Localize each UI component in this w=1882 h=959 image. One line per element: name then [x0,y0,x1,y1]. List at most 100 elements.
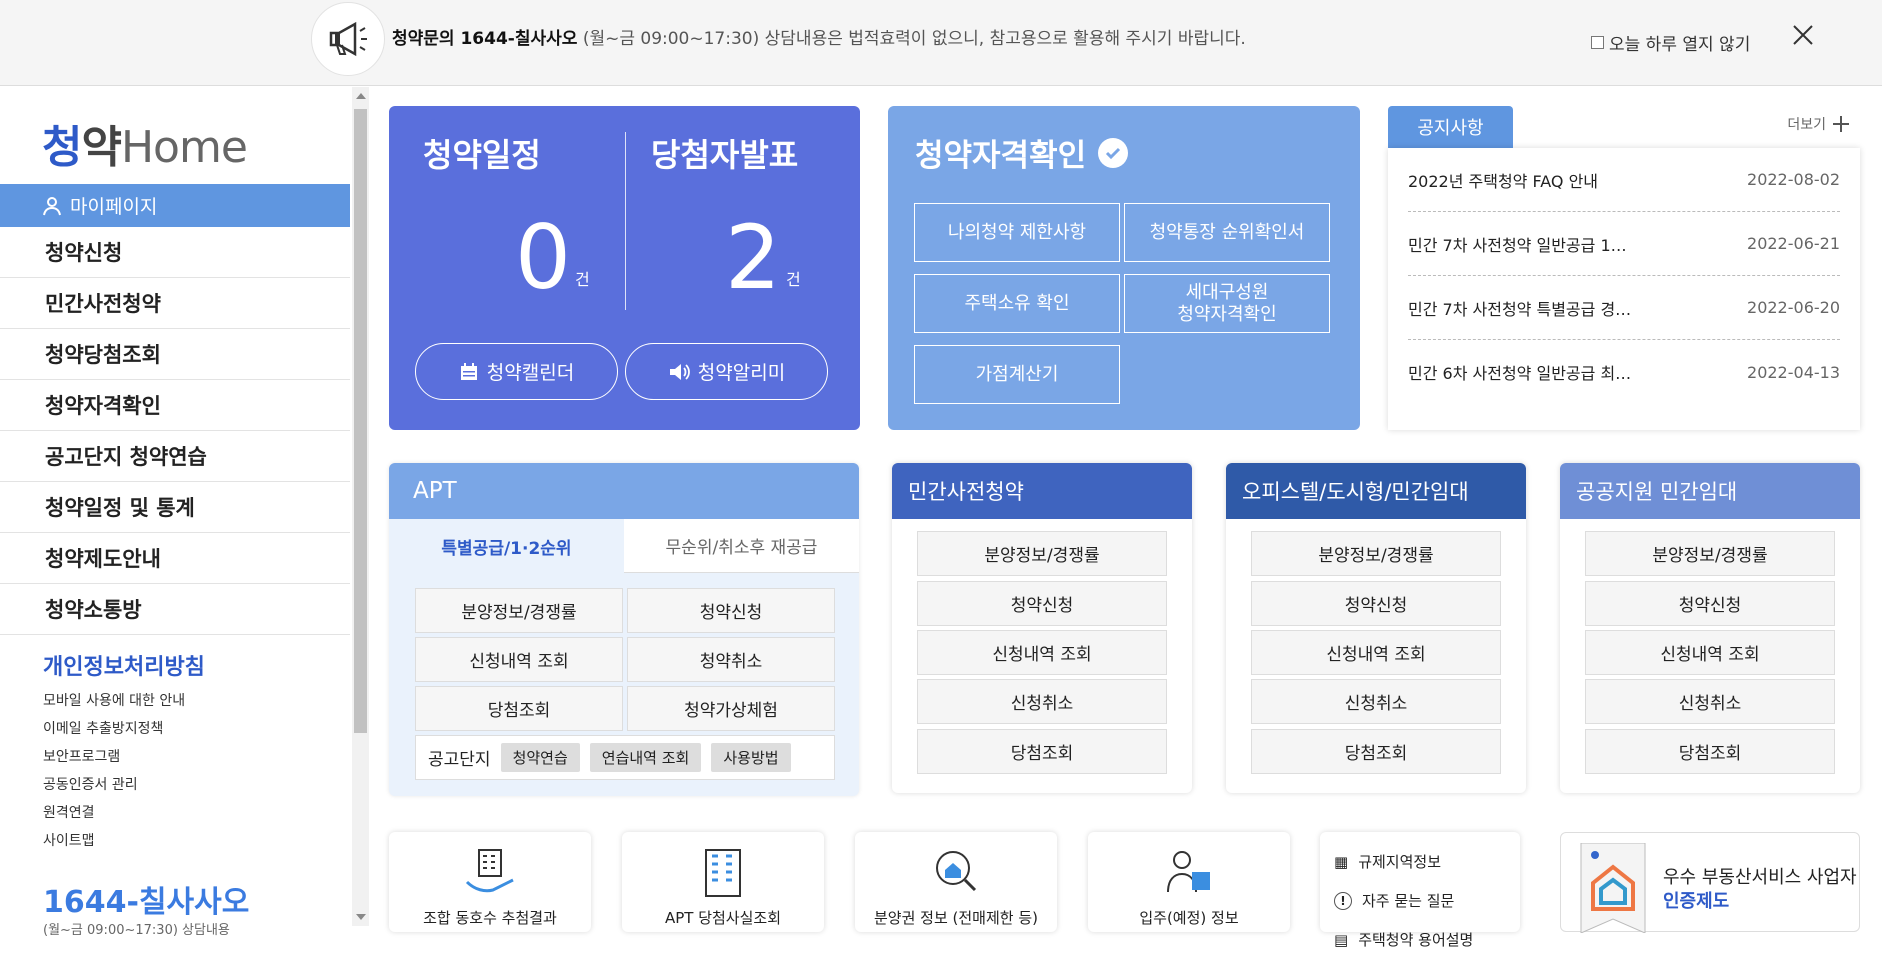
scroll-down-arrow[interactable] [356,914,366,920]
dismiss-today-checkbox[interactable]: 오늘 하루 열지 않기 [1591,30,1750,55]
quick-lottery-result[interactable]: 조합 동호수 추첨결과 [389,832,591,932]
sidebar-item-qualify[interactable]: 청약자격확인 [0,380,350,431]
book-icon: ▤ [1334,930,1349,949]
qualify-card: 청약자격확인 나의청약 제한사항 청약통장 순위확인서 주택소유 확인 세대구성… [888,106,1360,430]
sidebar-item-winner-check[interactable]: 청약당첨조회 [0,329,350,380]
notice-row[interactable]: 2022년 주택청약 FAQ 안내 2022-08-02 [1408,148,1840,212]
score-calculator-button[interactable]: 가점계산기 [914,345,1120,404]
how-to-button[interactable]: 사용방법 [711,743,791,772]
notice-title[interactable]: 민간 7차 사전청약 일반공급 1… [1408,232,1627,256]
apt-history-button[interactable]: 신청내역 조회 [415,637,623,682]
sidebar-item-schedule-stats[interactable]: 청약일정 및 통계 [0,482,350,533]
sidebar-item-guide[interactable]: 청약제도안내 [0,533,350,584]
panel-cancel-button[interactable]: 신청취소 [917,679,1167,724]
privacy-policy-link[interactable]: 개인정보처리방침 [43,649,205,681]
apt-sale-info-button[interactable]: 분양정보/경쟁률 [415,588,623,633]
panel-apply-button[interactable]: 청약신청 [1251,581,1501,626]
panel-sale-info-button[interactable]: 분양정보/경쟁률 [1585,531,1835,576]
link-sitemap[interactable]: 사이트맵 [43,827,185,855]
sidebar-scrollbar[interactable] [352,87,369,926]
mypage-button[interactable]: 마이페이지 [0,184,350,227]
apt-simulation-button[interactable]: 청약가상체험 [627,686,835,731]
panel-cancel-button[interactable]: 신청취소 [1585,679,1835,724]
alarm-button[interactable]: 청약알리미 [625,343,828,400]
link-mobile-guide[interactable]: 모바일 사용에 대한 안내 [43,687,185,715]
sidebar-item-apply[interactable]: 청약신청 [0,227,350,278]
quick-apt-win-check[interactable]: APT 당첨사실조회 [622,832,824,932]
winner-announce-title[interactable]: 당첨자발표 [651,130,798,176]
panel-apply-button[interactable]: 청약신청 [917,581,1167,626]
quicklist-label: 주택청약 용어설명 [1358,931,1474,949]
consult-disclaimer: (월~금 09:00~17:30) 상담내용은 법적효력이 없으니, 참고용으로… [577,29,1246,49]
scroll-thumb[interactable] [354,109,367,733]
panel-history-button[interactable]: 신청내역 조회 [1585,630,1835,675]
notice-title[interactable]: 민간 7차 사전청약 특별공급 경… [1408,296,1631,320]
tab-special-supply[interactable]: 특별공급/1·2순위 [389,519,624,573]
quick-label: 분양권 정보 (전매제한 등) [873,909,1038,927]
notice-tab[interactable]: 공지사항 [1388,106,1513,148]
notice-row[interactable]: 민간 7차 사전청약 특별공급 경… 2022-06-20 [1408,276,1840,340]
tab-no-rank-resupply[interactable]: 무순위/취소후 재공급 [624,519,859,573]
panel-cancel-button[interactable]: 신청취소 [1251,679,1501,724]
quick-label: APT 당첨사실조회 [664,909,782,927]
site-logo[interactable]: 청약Home [42,111,248,175]
notice-row[interactable]: 민간 6차 사전청약 일반공급 최… 2022-04-13 [1408,340,1840,404]
panel-title: 오피스텔/도시형/민간임대 [1226,463,1526,519]
winner-count[interactable]: 2 [725,214,781,302]
close-icon[interactable] [1790,22,1816,48]
qualify-title[interactable]: 청약자격확인 [915,130,1086,175]
faq-link[interactable]: ! 자주 묻는 질문 [1334,881,1506,920]
notice-board: 공지사항 더보기 2022년 주택청약 FAQ 안내 2022-08-02 민간 … [1388,106,1860,430]
restriction-button[interactable]: 나의청약 제한사항 [914,203,1120,262]
schedule-count[interactable]: 0 [515,214,571,302]
certification-banner[interactable]: 우수 부동산서비스 사업자 인증제도 [1560,832,1860,933]
scroll-up-arrow[interactable] [356,93,366,99]
apt-apply-button[interactable]: 청약신청 [627,588,835,633]
consult-notice: 청약문의 1644-칠사사오 (월~금 09:00~17:30) 상담내용은 법… [392,24,1246,49]
link-remote[interactable]: 원격연결 [43,799,185,827]
panel-history-button[interactable]: 신청내역 조회 [917,630,1167,675]
mypage-label: 마이페이지 [70,196,158,218]
house-ownership-button[interactable]: 주택소유 확인 [914,274,1120,333]
account-rank-button[interactable]: 청약통장 순위확인서 [1124,203,1330,262]
household-qualify-button[interactable]: 세대구성원 청약자격확인 [1124,274,1330,333]
panel-apply-button[interactable]: 청약신청 [1585,581,1835,626]
panel-winner-button[interactable]: 당첨조회 [917,729,1167,774]
sidebar-item-private-pre[interactable]: 민간사전청약 [0,278,350,329]
panel-winner-button[interactable]: 당첨조회 [1585,729,1835,774]
public-rental-panel: 공공지원 민간임대 분양정보/경쟁률 청약신청 신청내역 조회 신청취소 당첨조… [1560,463,1860,793]
schedule-card: 청약일정 당첨자발표 0 건 2 건 청약캘린더 청약알리미 [389,106,860,430]
speaker-icon [669,363,690,380]
practice-history-button[interactable]: 연습내역 조회 [589,743,702,772]
schedule-title[interactable]: 청약일정 [423,130,541,176]
link-security[interactable]: 보안프로그램 [43,743,185,771]
panel-sale-info-button[interactable]: 분양정보/경쟁률 [1251,531,1501,576]
apt-winner-button[interactable]: 당첨조회 [415,686,623,731]
sidebar-item-community[interactable]: 청약소통방 [0,584,350,635]
regulated-area-link[interactable]: ▦ 규제지역정보 [1334,842,1506,881]
quick-presale-info[interactable]: 분양권 정보 (전매제한 등) [855,832,1057,932]
officetel-panel: 오피스텔/도시형/민간임대 분양정보/경쟁률 청약신청 신청내역 조회 신청취소… [1226,463,1526,793]
panel-winner-button[interactable]: 당첨조회 [1251,729,1501,774]
building-icon: ▦ [1334,852,1349,871]
panel-sale-info-button[interactable]: 분양정보/경쟁률 [917,531,1167,576]
link-email-policy[interactable]: 이메일 추출방지정책 [43,715,185,743]
apt-panel: APT 특별공급/1·2순위 무순위/취소후 재공급 분양정보/경쟁률 청약신청… [389,463,859,796]
sidebar-menu: 청약신청 민간사전청약 청약당첨조회 청약자격확인 공고단지 청약연습 청약일정… [0,227,350,635]
notice-title[interactable]: 민간 6차 사전청약 일반공급 최… [1408,360,1631,384]
link-certificate[interactable]: 공동인증서 관리 [43,771,185,799]
apt-cancel-button[interactable]: 청약취소 [627,637,835,682]
complex-label: 공고단지 [428,750,491,770]
qualify-header: 청약자격확인 [915,130,1129,175]
winner-unit: 건 [786,270,801,289]
checkbox-box[interactable] [1591,36,1604,49]
quick-move-in-info[interactable]: 입주(예정) 정보 [1088,832,1290,932]
notice-row[interactable]: 민간 7차 사전청약 일반공급 1… 2022-06-21 [1408,212,1840,276]
sidebar-item-practice[interactable]: 공고단지 청약연습 [0,431,350,482]
notice-list: 2022년 주택청약 FAQ 안내 2022-08-02 민간 7차 사전청약 일… [1388,148,1860,430]
calendar-button[interactable]: 청약캘린더 [415,343,618,400]
practice-button[interactable]: 청약연습 [500,743,580,772]
panel-history-button[interactable]: 신청내역 조회 [1251,630,1501,675]
notice-title[interactable]: 2022년 주택청약 FAQ 안내 [1408,168,1598,192]
more-button[interactable]: 더보기 [1787,114,1850,134]
